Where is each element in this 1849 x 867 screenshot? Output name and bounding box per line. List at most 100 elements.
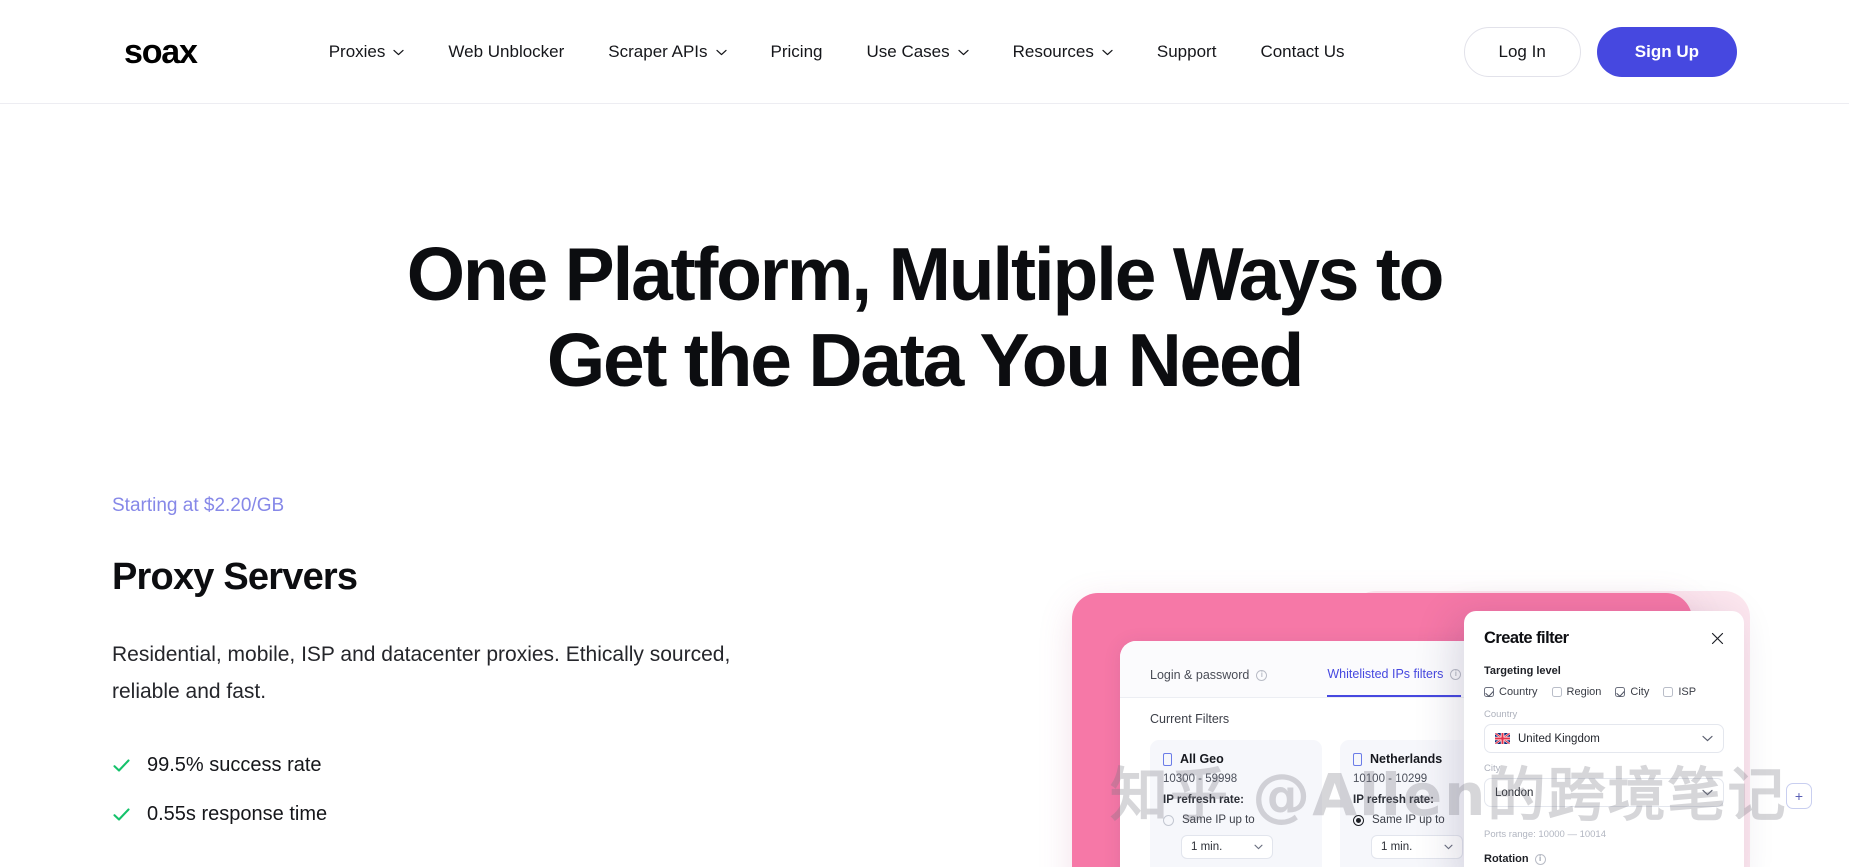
nav-label: Support xyxy=(1156,41,1217,61)
duration-value: 1 min. xyxy=(1381,841,1413,853)
tab-label: Whitelisted IPs filters xyxy=(1327,667,1444,681)
city-field-label: City xyxy=(1484,763,1501,774)
device-icon xyxy=(1353,752,1362,766)
section-text-column: Starting at $2.20/GB Proxy Servers Resid… xyxy=(0,495,800,826)
chevron-down-icon xyxy=(1102,49,1113,56)
chevron-down-icon xyxy=(1254,841,1263,853)
rotation-label-row: Rotation i xyxy=(1484,853,1724,865)
chevron-down-icon xyxy=(1444,841,1453,853)
checkbox-country[interactable]: Country xyxy=(1484,686,1538,698)
tab-label: Login & password xyxy=(1150,668,1250,682)
log-in-button[interactable]: Log In xyxy=(1463,26,1581,77)
feature-label: 0.55s response time xyxy=(147,803,328,826)
nav-label: Contact Us xyxy=(1260,41,1345,61)
ports-range-note: Ports range: 10000 — 10014 xyxy=(1484,829,1607,840)
feature-label: 99.5% success rate xyxy=(147,754,322,777)
info-icon: i xyxy=(1534,853,1546,865)
duration-select[interactable]: 1 min. xyxy=(1181,835,1273,859)
country-select[interactable]: United Kingdom xyxy=(1484,724,1724,753)
nav-label: Proxies xyxy=(328,41,386,61)
hero-title-line-1: One Platform, Multiple Ways to xyxy=(406,232,1445,316)
nav-label: Web Unblocker xyxy=(448,41,565,61)
pricing-eyebrow: Starting at $2.20/GB xyxy=(112,495,285,516)
chevron-down-icon xyxy=(1702,787,1713,799)
soax-logo[interactable]: soax xyxy=(124,35,198,69)
create-filter-panel: Create filter Targeting level Country Re… xyxy=(1464,611,1744,867)
country-field-label: Country xyxy=(1484,709,1518,720)
create-filter-header: Create filter xyxy=(1484,629,1724,648)
nav-item-pricing[interactable]: Pricing xyxy=(749,32,845,72)
targeting-level-options: Country Region City ISP xyxy=(1484,686,1724,698)
check-icon xyxy=(112,756,131,775)
checkbox-icon xyxy=(1551,687,1562,697)
targeting-level-label: Targeting level xyxy=(1484,665,1561,677)
nav-label: Resources xyxy=(1012,41,1094,61)
section-title: Proxy Servers xyxy=(112,555,358,598)
check-icon xyxy=(112,805,131,824)
radio-icon xyxy=(1163,814,1174,826)
list-item: 99.5% success rate xyxy=(112,754,800,777)
checkbox-icon xyxy=(1663,687,1674,697)
checkbox-label: City xyxy=(1630,686,1650,698)
duration-value: 1 min. xyxy=(1191,841,1223,853)
list-item: 0.55s response time xyxy=(112,803,800,826)
nav-item-web-unblocker[interactable]: Web Unblocker xyxy=(426,32,586,72)
page-root: soax Proxies Web Unblocker Scraper APIs … xyxy=(0,0,1849,867)
create-filter-title: Create filter xyxy=(1484,629,1569,647)
checkbox-icon xyxy=(1615,687,1626,697)
sign-up-button[interactable]: Sign Up xyxy=(1596,26,1737,77)
filter-card-header: All Geo xyxy=(1163,752,1309,766)
checkbox-city[interactable]: City xyxy=(1615,686,1649,698)
city-value: London xyxy=(1495,786,1534,799)
checkbox-isp[interactable]: ISP xyxy=(1663,686,1696,698)
filter-name: All Geo xyxy=(1180,752,1224,766)
chevron-down-icon xyxy=(958,49,969,56)
primary-nav-links: Proxies Web Unblocker Scraper APIs Prici… xyxy=(329,32,1367,72)
checkbox-label: Region xyxy=(1566,686,1602,698)
nav-item-use-cases[interactable]: Use Cases xyxy=(844,32,990,72)
city-select[interactable]: London xyxy=(1484,778,1724,807)
nav-item-proxies[interactable]: Proxies xyxy=(329,32,427,72)
port-range: 10300 - 59998 xyxy=(1163,773,1238,785)
checkbox-icon xyxy=(1484,687,1494,697)
top-navigation-bar: soax Proxies Web Unblocker Scraper APIs … xyxy=(0,0,1849,104)
nav-item-scraper-apis[interactable]: Scraper APIs xyxy=(586,32,748,72)
hero-section: One Platform, Multiple Ways to Get the D… xyxy=(0,104,1849,403)
nav-item-support[interactable]: Support xyxy=(1135,32,1239,72)
filter-card-all-geo[interactable]: All Geo 10300 - 59998 IP refresh rate: S… xyxy=(1150,740,1322,867)
checkbox-region[interactable]: Region xyxy=(1551,686,1602,698)
country-value: United Kingdom xyxy=(1518,732,1600,745)
nav-label: Scraper APIs xyxy=(608,41,708,61)
nav-label: Pricing xyxy=(770,41,823,61)
nav-label: Use Cases xyxy=(866,41,950,61)
nav-auth-actions: Log In Sign Up xyxy=(1463,26,1737,77)
section-description: Residential, mobile, ISP and datacenter … xyxy=(112,642,731,703)
nav-item-resources[interactable]: Resources xyxy=(991,32,1135,72)
chevron-down-icon xyxy=(393,49,405,56)
checkbox-label: ISP xyxy=(1678,686,1697,698)
radio-icon xyxy=(1353,814,1364,826)
chevron-down-icon xyxy=(715,49,727,56)
device-icon xyxy=(1163,752,1172,766)
add-filter-button[interactable]: + xyxy=(1786,783,1812,809)
tab-login-password[interactable]: Login & password i xyxy=(1150,667,1268,697)
info-icon: i xyxy=(1256,669,1268,681)
chevron-down-icon xyxy=(1702,733,1713,745)
tab-whitelisted-ips-filters[interactable]: Whitelisted IPs filters i xyxy=(1327,667,1462,697)
checkbox-label: Country xyxy=(1499,686,1538,698)
uk-flag-icon xyxy=(1495,733,1510,744)
refresh-rate-label: IP refresh rate: xyxy=(1163,794,1244,806)
page-title: One Platform, Multiple Ways to Get the D… xyxy=(0,232,1849,403)
radio-label: Same IP up to xyxy=(1182,814,1255,826)
radio-same-ip[interactable]: Same IP up to xyxy=(1163,814,1309,826)
product-screenshot: Login & password i Whitelisted IPs filte… xyxy=(1060,583,1849,867)
radio-label: Same IP up to xyxy=(1372,814,1445,826)
close-icon[interactable] xyxy=(1711,632,1724,645)
hero-title-line-2: Get the Data You Need xyxy=(546,317,1305,402)
duration-select[interactable]: 1 min. xyxy=(1371,835,1463,859)
feature-list: 99.5% success rate 0.55s response time xyxy=(112,754,800,826)
nav-item-contact-us[interactable]: Contact Us xyxy=(1238,32,1366,72)
filter-name: Netherlands xyxy=(1370,752,1443,766)
info-icon: i xyxy=(1450,668,1462,680)
rotation-label: Rotation xyxy=(1484,853,1529,865)
